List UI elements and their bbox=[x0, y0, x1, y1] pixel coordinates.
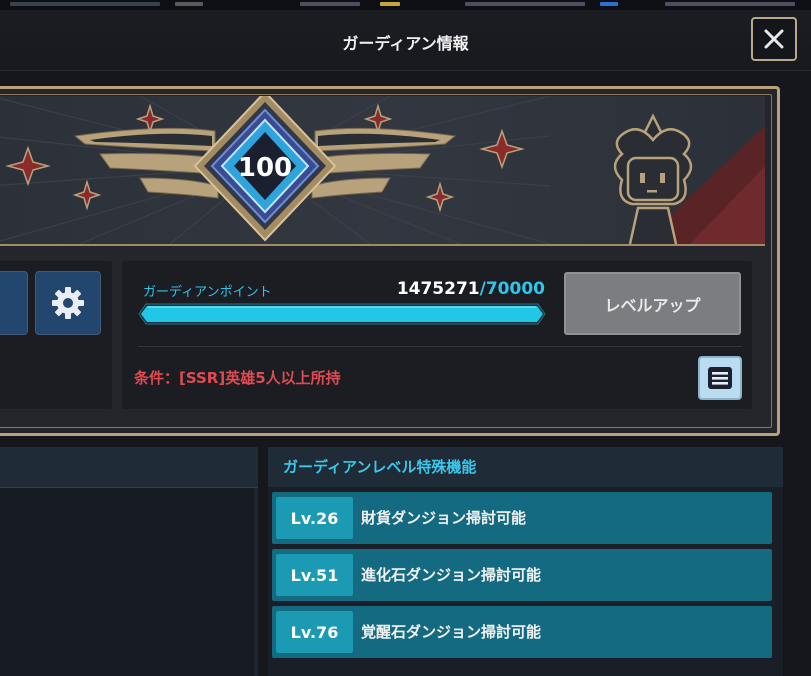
level-up-button[interactable]: レベルアップ bbox=[564, 272, 741, 335]
guardian-level: 100 bbox=[238, 153, 292, 183]
top-strip bbox=[0, 0, 811, 10]
feature-text: 覚醒石ダンジョン掃討可能 bbox=[361, 623, 542, 641]
close-button[interactable] bbox=[751, 17, 797, 61]
level-up-condition: 条件：[SSR]英雄5人以上所持 bbox=[134, 369, 341, 387]
points-progress-bar bbox=[138, 303, 546, 325]
points-value: 1475271/70000 bbox=[390, 279, 545, 299]
points-label: ガーディアンポイント bbox=[143, 285, 272, 300]
menu-button[interactable] bbox=[698, 356, 742, 400]
features-title: ガーディアンレベル特殊機能 bbox=[268, 447, 783, 487]
points-divider bbox=[138, 346, 742, 347]
feature-level-badge: Lv.76 bbox=[276, 611, 353, 653]
feature-row: Lv.76 覚醒石ダンジョン掃討可能 bbox=[272, 606, 772, 658]
bottom-left-body bbox=[0, 488, 258, 676]
feature-row: Lv.51 進化石ダンジョン掃討可能 bbox=[272, 549, 772, 601]
points-progress-fill bbox=[141, 306, 543, 322]
gear-icon bbox=[52, 287, 84, 319]
bottom-left-header bbox=[0, 447, 258, 488]
feature-text: 財貨ダンジョン掃討可能 bbox=[361, 509, 527, 527]
partial-button[interactable] bbox=[0, 271, 28, 335]
settings-button[interactable] bbox=[35, 271, 101, 335]
feature-text: 進化石ダンジョン掃討可能 bbox=[361, 566, 542, 584]
feature-row: Lv.26 財貨ダンジョン掃討可能 bbox=[272, 492, 772, 544]
title-bar: ガーディアン情報 bbox=[0, 10, 811, 71]
feature-level-badge: Lv.51 bbox=[276, 554, 353, 596]
guardian-banner: 100 bbox=[0, 96, 765, 246]
menu-icon bbox=[708, 367, 732, 389]
close-icon bbox=[764, 29, 784, 49]
points-current: 1475271 bbox=[396, 279, 480, 299]
window-title: ガーディアン情報 bbox=[342, 34, 469, 53]
points-required: 70000 bbox=[485, 279, 545, 299]
feature-level-badge: Lv.26 bbox=[276, 497, 353, 539]
